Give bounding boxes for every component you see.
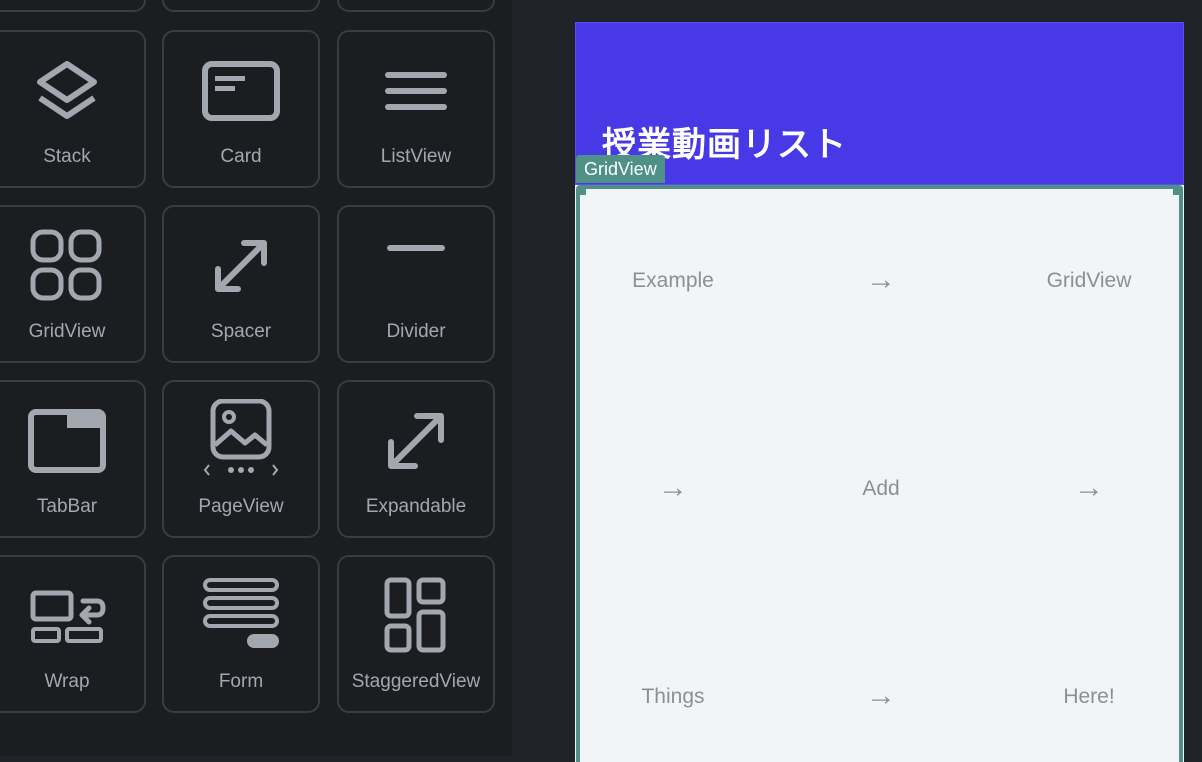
pageview-icon (164, 399, 318, 478)
widget-label: ListView (380, 146, 452, 167)
widget-palette: Stack Card ListView GridView Spacer Divi… (0, 0, 512, 756)
selected-widget-tag: GridView (576, 155, 665, 183)
app-bar[interactable]: 授業動画リスト (575, 22, 1184, 185)
stack-icon (0, 54, 144, 128)
tabbar-icon (0, 404, 144, 478)
widget-spacer[interactable]: Spacer (162, 205, 320, 363)
widget-label: StaggeredView (351, 671, 481, 692)
wrap-icon (0, 579, 144, 653)
widget-card-partial[interactable] (162, 0, 320, 12)
widget-label: Expandable (365, 496, 467, 517)
widget-expandable[interactable]: Expandable (337, 380, 495, 538)
gridview-selection[interactable]: Example → GridView → Add → Things → Here… (576, 185, 1183, 762)
widget-tabbar[interactable]: TabBar (0, 380, 146, 538)
resize-handle[interactable] (577, 186, 586, 195)
grid-cell: Add (862, 477, 900, 500)
widget-label: PageView (198, 496, 284, 517)
widget-label: Stack (43, 146, 91, 167)
widget-label: Divider (386, 321, 446, 342)
widget-label: Wrap (44, 671, 90, 692)
preview-canvas: 授業動画リスト GridView Example → GridView → Ad… (512, 0, 1202, 762)
card-icon (164, 54, 318, 128)
gridview-icon (0, 229, 144, 303)
grid-cell-arrow: → (866, 679, 896, 712)
widget-divider[interactable]: Divider (337, 205, 495, 363)
widget-staggeredview[interactable]: StaggeredView (337, 555, 495, 713)
spacer-icon (164, 229, 318, 303)
widget-card-partial[interactable] (337, 0, 495, 12)
grid-cell: Here! (1063, 685, 1115, 708)
widget-card-partial[interactable] (0, 0, 146, 12)
widget-wrap[interactable]: Wrap (0, 555, 146, 713)
widget-label: Card (220, 146, 262, 167)
widget-pageview[interactable]: PageView (162, 380, 320, 538)
grid-cell: Things (641, 685, 705, 708)
grid-cell-arrow: → (1074, 471, 1104, 504)
widget-form[interactable]: Form (162, 555, 320, 713)
widget-stack[interactable]: Stack (0, 30, 146, 188)
resize-handle[interactable] (1173, 186, 1182, 195)
widget-listview[interactable]: ListView (337, 30, 495, 188)
widget-label: Spacer (210, 321, 272, 342)
divider-icon (339, 229, 493, 303)
widget-label: GridView (28, 321, 106, 342)
grid-cell-arrow: → (866, 263, 896, 296)
widget-label: Form (218, 671, 264, 692)
expandable-icon (339, 404, 493, 478)
listview-icon (339, 54, 493, 128)
widget-card[interactable]: Card (162, 30, 320, 188)
grid-cell: GridView (1046, 269, 1132, 292)
phone-preview[interactable]: 授業動画リスト GridView Example → GridView → Ad… (575, 22, 1184, 762)
grid-cell: Example (632, 269, 714, 292)
staggeredview-icon (339, 577, 493, 653)
widget-gridview[interactable]: GridView (0, 205, 146, 363)
form-icon (164, 578, 318, 653)
widget-label: TabBar (36, 496, 98, 517)
grid-cell-arrow: → (658, 471, 688, 504)
